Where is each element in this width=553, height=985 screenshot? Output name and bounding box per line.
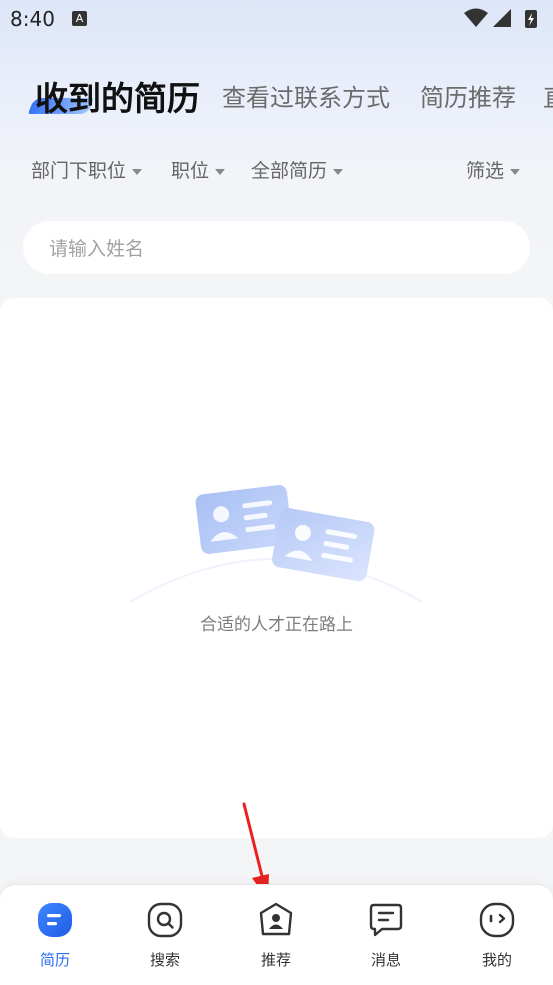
nav-item-resume[interactable]: 简历: [0, 885, 110, 985]
nav-label-search: 搜索: [149, 951, 180, 969]
profile-icon: [479, 902, 515, 938]
search-icon: [147, 902, 183, 938]
department-filter-label: 部门下职位: [31, 160, 127, 182]
nav-label-resume: 简历: [39, 951, 70, 969]
tab-resume-recommend[interactable]: 简历推荐: [420, 78, 516, 113]
caret-down-icon: [132, 168, 143, 175]
screen-filter[interactable]: 筛选: [466, 156, 521, 183]
caret-down-icon: [510, 168, 521, 175]
resume-tabs: 收到的简历 查看过联系方式 简历推荐 直: [0, 70, 553, 120]
tab-more[interactable]: 直: [543, 78, 553, 113]
department-filter[interactable]: 部门下职位: [31, 156, 143, 183]
position-filter[interactable]: 职位: [171, 156, 226, 183]
name-search-box: [23, 221, 530, 276]
resume-filter-label: 全部简历: [251, 160, 328, 182]
resume-icon: [38, 903, 72, 937]
tab-received-resumes[interactable]: 收到的简历: [35, 72, 200, 120]
nav-label-recommend: 推荐: [260, 951, 291, 969]
nav-item-search[interactable]: 搜索: [110, 885, 220, 985]
resume-cards-icon: [126, 485, 426, 605]
recommend-icon: [259, 902, 293, 936]
status-bar: 8:40 A: [0, 0, 553, 38]
name-search-input[interactable]: [47, 221, 511, 276]
wifi-icon: [464, 8, 488, 27]
empty-state-message: 合适的人才正在路上: [200, 615, 353, 635]
caret-down-icon: [333, 168, 344, 175]
nav-label-profile: 我的: [481, 951, 512, 969]
filter-bar: 部门下职位 职位 全部简历 筛选: [0, 152, 553, 186]
tab-viewed-contacts[interactable]: 查看过联系方式: [222, 78, 390, 113]
nav-item-profile[interactable]: 我的: [442, 885, 552, 985]
caret-down-icon: [215, 168, 226, 175]
screen-filter-label: 筛选: [466, 160, 505, 182]
resume-filter[interactable]: 全部简历: [251, 156, 344, 183]
message-icon: [369, 903, 403, 937]
nav-item-message[interactable]: 消息: [331, 885, 441, 985]
nav-label-message: 消息: [370, 951, 401, 969]
bottom-nav: 简历 搜索 推荐 消息 我的: [0, 884, 553, 985]
a-letter-icon: A: [72, 11, 87, 26]
position-filter-label: 职位: [171, 160, 210, 182]
system-status-icons: [464, 8, 537, 28]
status-time: 8:40: [10, 7, 55, 31]
nav-item-recommend[interactable]: 推荐: [221, 885, 331, 985]
signal-icon: [493, 9, 511, 27]
